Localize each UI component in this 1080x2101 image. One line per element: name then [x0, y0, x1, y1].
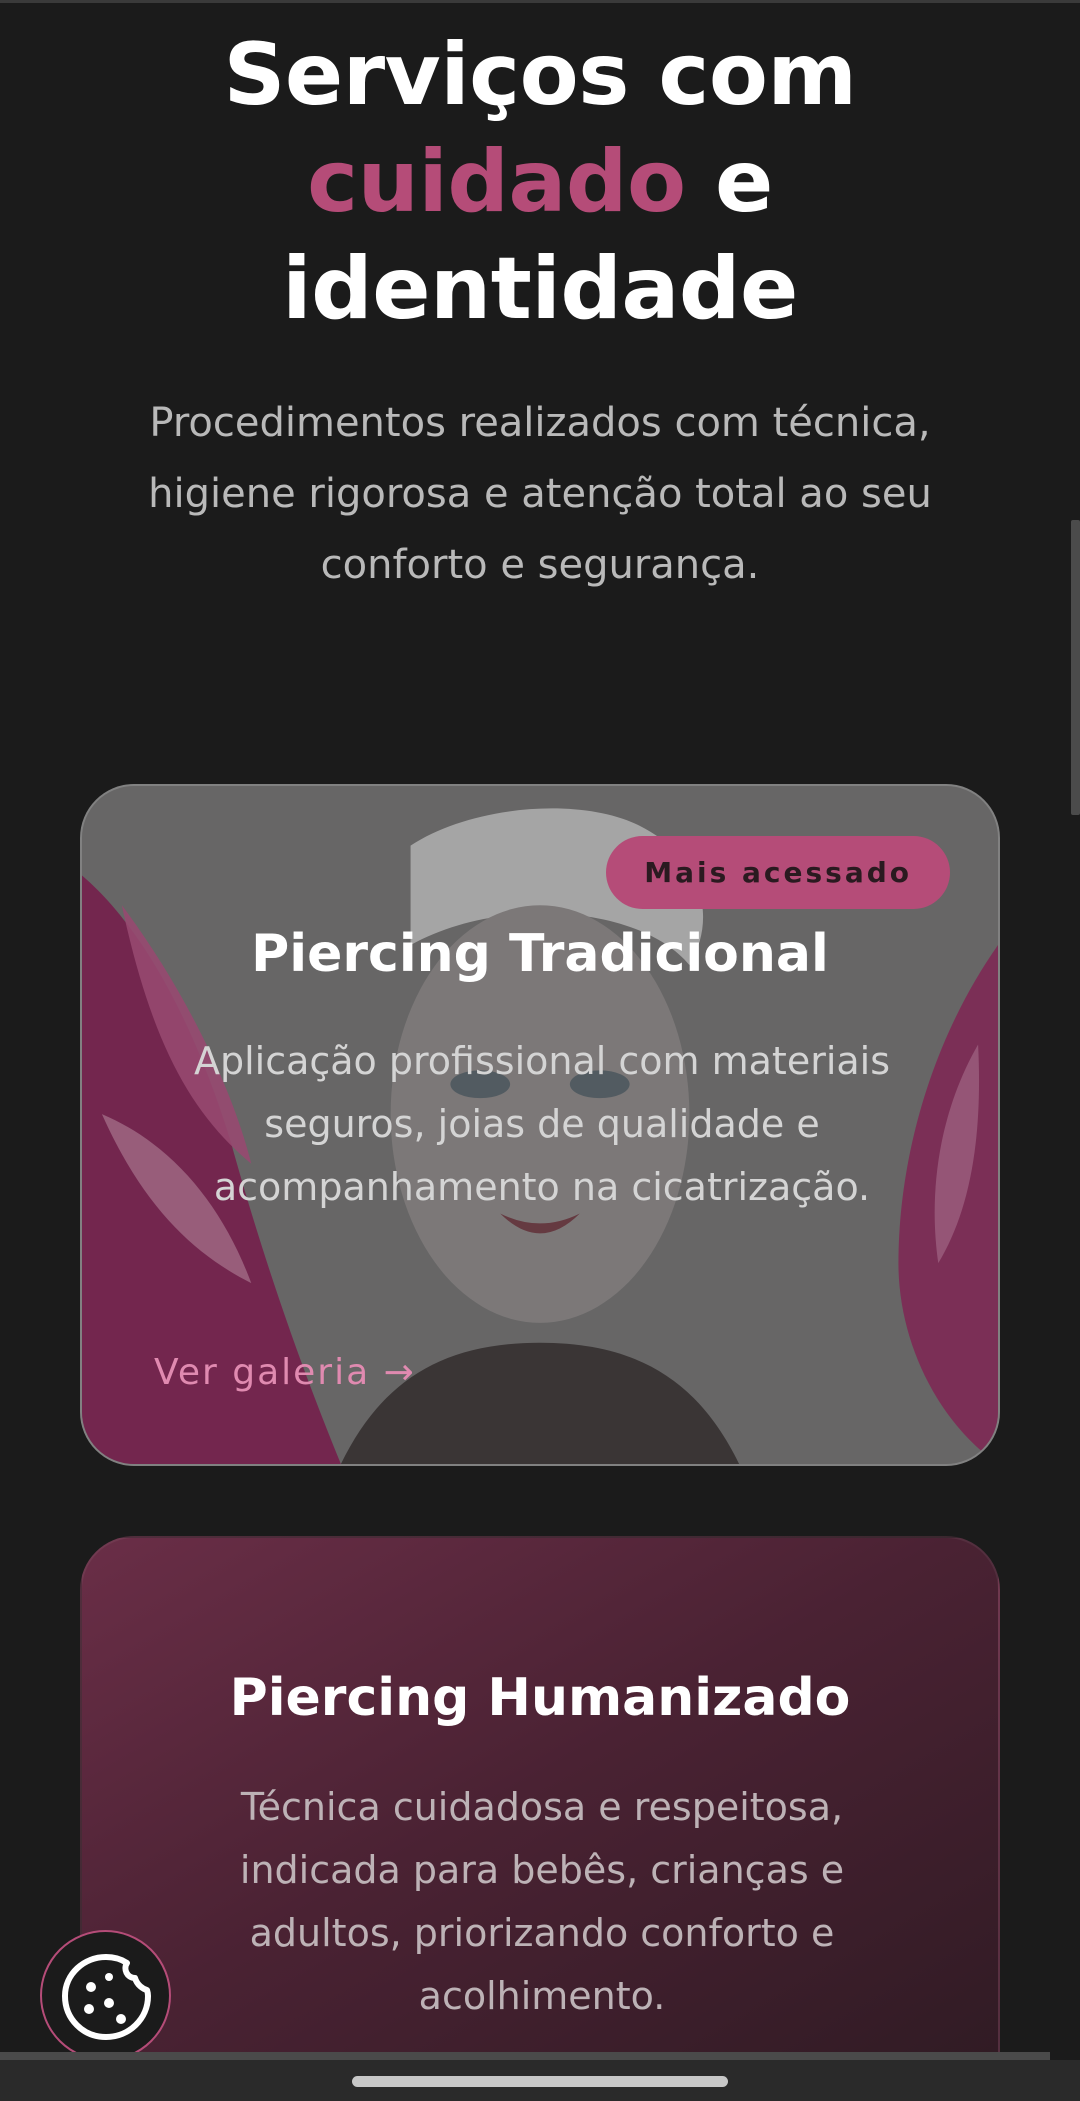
- heading-line-3: identidade: [282, 239, 798, 339]
- top-divider: [0, 0, 1080, 3]
- service-card-piercing-tradicional[interactable]: Mais acessado Piercing Tradicional Aplic…: [80, 784, 1000, 1466]
- card-description: Aplicação profissional com materiais seg…: [193, 1039, 891, 1209]
- home-indicator[interactable]: [352, 2076, 728, 2087]
- heading-line-1: Serviços com: [223, 25, 857, 125]
- horizontal-scrollbar[interactable]: [0, 2052, 1050, 2060]
- card-description: Técnica cuidadosa e respeitosa, indicada…: [239, 1785, 845, 2018]
- service-card-piercing-humanizado[interactable]: Piercing Humanizado Técnica cuidadosa e …: [80, 1536, 1000, 2101]
- heading-line-2-rest: e: [685, 132, 773, 232]
- card-title: Piercing Tradicional: [251, 924, 829, 984]
- services-page: Serviços com cuidado e identidade Proced…: [0, 0, 1080, 2101]
- cookie-icon: [61, 1953, 151, 2040]
- view-gallery-label: Ver galeria: [154, 1352, 371, 1393]
- scrollbar-thumb[interactable]: [1071, 520, 1080, 815]
- card-title: Piercing Humanizado: [229, 1668, 851, 1728]
- section-intro: Procedimentos realizados com técnica, hi…: [148, 400, 932, 588]
- arrow-right-icon: →: [383, 1352, 416, 1393]
- cookie-settings-button[interactable]: [40, 1930, 171, 2061]
- view-gallery-link[interactable]: Ver galeria →: [154, 1352, 416, 1393]
- heading-accent-word: cuidado: [307, 132, 686, 232]
- section-heading: Serviços com cuidado e identidade: [0, 22, 1080, 343]
- popular-badge: Mais acessado: [606, 836, 950, 909]
